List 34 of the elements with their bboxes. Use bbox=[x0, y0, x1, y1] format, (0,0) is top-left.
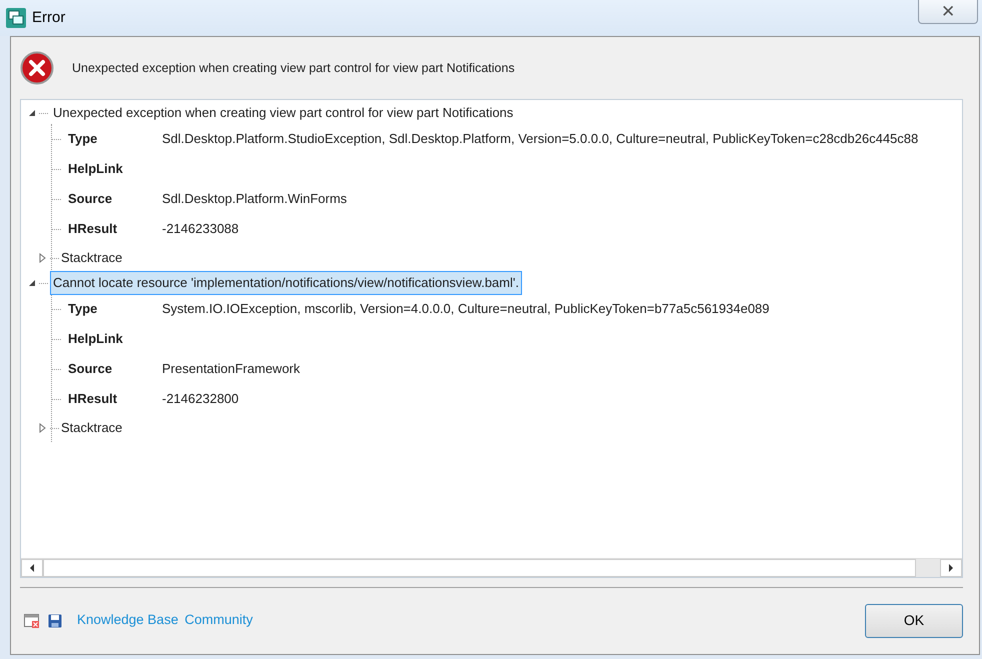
tree-node[interactable]: Cannot locate resource 'implementation/notifications/view/notificationsview.baml'. bbox=[50, 271, 522, 295]
property-name: HResult bbox=[67, 220, 118, 238]
property-name: HelpLink bbox=[67, 160, 124, 178]
property-name: HResult bbox=[67, 390, 118, 408]
ok-button[interactable]: OK bbox=[865, 604, 963, 638]
collapse-icon[interactable] bbox=[27, 108, 37, 118]
property-value: -2146233088 bbox=[162, 220, 239, 238]
scroll-left-button[interactable] bbox=[21, 559, 43, 577]
left-arrow-icon bbox=[29, 564, 35, 572]
property-value: Sdl.Desktop.Platform.StudioException, Sdl.Desktop.Platform, Version=5.0.0.0, Culture=neutral, PublicKeyToken=c28cdb26c445c88 bbox=[162, 130, 918, 148]
scroll-right-button[interactable] bbox=[940, 559, 962, 577]
property-name: HelpLink bbox=[67, 330, 124, 348]
expand-icon[interactable] bbox=[38, 253, 48, 263]
property-value: System.IO.IOException, mscorlib, Version=4.0.0.0, Culture=neutral, PublicKeyToken=b77a5c561934e089 bbox=[162, 300, 770, 318]
property-value: PresentationFramework bbox=[162, 360, 300, 378]
property-name: Source bbox=[67, 190, 114, 208]
property-value: Sdl.Desktop.Platform.WinForms bbox=[162, 190, 347, 208]
error-message: Unexpected exception when creating view part control for view part Notifications bbox=[72, 60, 515, 77]
error-icon bbox=[20, 51, 54, 85]
app-icon bbox=[6, 8, 26, 28]
expand-icon[interactable] bbox=[38, 423, 48, 433]
collapse-icon[interactable] bbox=[27, 278, 37, 288]
window-title: Error bbox=[32, 8, 66, 28]
property-value: -2146232800 bbox=[162, 390, 239, 408]
close-button[interactable]: ✕ bbox=[918, 0, 978, 24]
property-name: Type bbox=[67, 130, 98, 148]
tree-node[interactable]: Stacktrace bbox=[61, 418, 122, 438]
right-arrow-icon bbox=[948, 564, 954, 572]
tree-node[interactable]: Stacktrace bbox=[61, 248, 122, 268]
save-icon[interactable] bbox=[48, 614, 62, 628]
property-name: Source bbox=[67, 360, 114, 378]
property-name: Type bbox=[67, 300, 98, 318]
window-close-icon[interactable] bbox=[24, 614, 40, 628]
tree-node[interactable]: Unexpected exception when creating view part control for view part Notifications bbox=[50, 101, 516, 125]
